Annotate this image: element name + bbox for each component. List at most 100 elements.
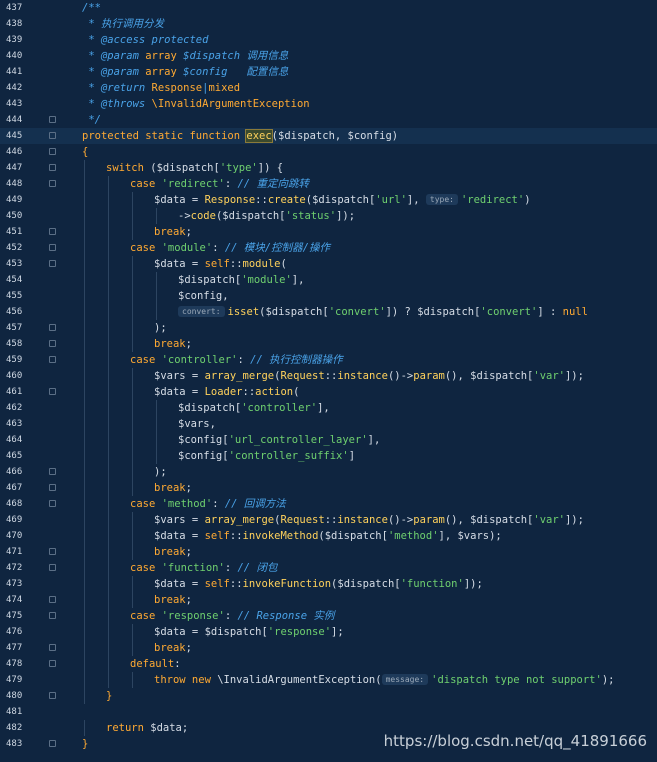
code-text[interactable]: $dispatch['controller'], [178,400,330,416]
code-text[interactable]: break; [154,640,192,656]
code-line[interactable]: 481 [0,704,657,720]
code-text[interactable]: /** [82,0,101,16]
code-text[interactable]: * @return Response|mixed [82,80,240,96]
code-line[interactable]: 478 default: [0,656,657,672]
fold-marker-icon[interactable] [49,324,56,331]
code-text[interactable]: $dispatch['module'], [178,272,304,288]
fold-marker-icon[interactable] [49,548,56,555]
code-line[interactable]: 473 $data = self::invokeFunction($dispatc… [0,576,657,592]
code-text[interactable]: case 'response': // Response 实例 [130,608,334,624]
code-line[interactable]: 448 case 'redirect': // 重定向跳转 [0,176,657,192]
code-line[interactable]: 440 * @param array $dispatch 调用信息 [0,48,657,64]
code-text[interactable]: * @param array $config 配置信息 [82,64,288,80]
code-text[interactable]: * 执行调用分发 [82,16,164,32]
code-line[interactable]: 457); [0,320,657,336]
fold-marker-icon[interactable] [49,692,56,699]
code-text[interactable]: } [82,736,88,752]
fold-marker-icon[interactable] [49,596,56,603]
fold-marker-icon[interactable] [49,612,56,619]
code-line[interactable]: 474 break; [0,592,657,608]
code-line[interactable]: 447 switch ($dispatch['type']) { [0,160,657,176]
code-editor[interactable]: 437/** 438 * 执行调用分发 439 * @access protecte… [0,0,657,762]
code-line[interactable]: 450 ->code($dispatch['status']); [0,208,657,224]
fold-marker-icon[interactable] [49,468,56,475]
fold-marker-icon[interactable] [49,148,56,155]
code-line[interactable]: 441 * @param array $config 配置信息 [0,64,657,80]
code-line[interactable]: 465 $config['controller_suffix'] [0,448,657,464]
code-line[interactable]: 480} [0,688,657,704]
code-text[interactable]: */ [82,112,101,128]
fold-marker-icon[interactable] [49,132,56,139]
code-text[interactable]: case 'controller': // 执行控制器操作 [130,352,343,368]
code-line[interactable]: 449 $data = Response::create($dispatch['u… [0,192,657,208]
code-text[interactable]: case 'redirect': // 重定向跳转 [130,176,309,192]
code-text[interactable]: ->code($dispatch['status']); [178,208,355,224]
code-line[interactable]: 437 /** [0,0,657,16]
code-line[interactable]: 459 case 'controller': // 执行控制器操作 [0,352,657,368]
fold-marker-icon[interactable] [49,228,56,235]
code-line[interactable]: 477 break; [0,640,657,656]
code-line[interactable]: 460 $vars = array_merge(Request::instance… [0,368,657,384]
code-line[interactable]: 471 break; [0,544,657,560]
code-text[interactable]: case 'module': // 模块/控制器/操作 [130,240,330,256]
code-line[interactable]: 467 break; [0,480,657,496]
code-text[interactable]: ); [154,320,167,336]
code-line[interactable]: 464 $config['url_controller_layer'], [0,432,657,448]
code-text[interactable]: $data = self::module( [154,256,287,272]
code-text[interactable]: * @throws \InvalidArgumentException [82,96,309,112]
code-text[interactable]: break; [154,592,192,608]
code-line[interactable]: 470 $data = self::invokeMethod($dispatch[… [0,528,657,544]
code-text[interactable]: $vars = array_merge(Request::instance()-… [154,512,584,528]
code-text[interactable]: $data = Response::create($dispatch['url'… [154,192,531,208]
code-text[interactable]: case 'method': // 回调方法 [130,496,286,512]
code-text[interactable]: default: [130,656,181,672]
fold-marker-icon[interactable] [49,244,56,251]
fold-marker-icon[interactable] [49,564,56,571]
code-text[interactable]: $config['url_controller_layer'], [178,432,380,448]
code-line[interactable]: 446 { [0,144,657,160]
fold-marker-icon[interactable] [49,388,56,395]
code-text[interactable]: break; [154,544,192,560]
code-text[interactable]: case 'function': // 闭包 [130,560,277,576]
fold-marker-icon[interactable] [49,116,56,123]
fold-marker-icon[interactable] [49,740,56,747]
code-line[interactable]: 466); [0,464,657,480]
code-line[interactable]: 445 protected static function exec($dispa… [0,128,657,144]
code-line[interactable]: 461 $data = Loader::action( [0,384,657,400]
code-text[interactable]: break; [154,336,192,352]
fold-marker-icon[interactable] [49,180,56,187]
code-line[interactable]: 475 case 'response': // Response 实例 [0,608,657,624]
code-text[interactable]: return $data; [106,720,188,736]
fold-marker-icon[interactable] [49,164,56,171]
code-text[interactable]: $data = Loader::action( [154,384,299,400]
code-line[interactable]: 468 case 'method': // 回调方法 [0,496,657,512]
code-text[interactable]: { [82,144,88,160]
code-text[interactable]: ); [154,464,167,480]
code-line[interactable]: 444 */ [0,112,657,128]
code-text[interactable]: protected static function exec($dispatch… [82,128,398,144]
code-line[interactable]: 454 $dispatch['module'], [0,272,657,288]
code-line[interactable]: 456 convert: isset($dispatch['convert']) ?… [0,304,657,320]
code-line[interactable]: 472 case 'function': // 闭包 [0,560,657,576]
code-line[interactable]: 455 $config, [0,288,657,304]
code-text[interactable]: throw new \InvalidArgumentException(mess… [154,672,614,688]
code-text[interactable]: break; [154,224,192,240]
code-text[interactable]: switch ($dispatch['type']) { [106,160,283,176]
code-line[interactable]: 476 $data = $dispatch['response']; [0,624,657,640]
code-line[interactable]: 439 * @access protected [0,32,657,48]
code-line[interactable]: 463 $vars, [0,416,657,432]
fold-marker-icon[interactable] [49,644,56,651]
code-text[interactable]: } [106,688,112,704]
code-text[interactable]: $data = $dispatch['response']; [154,624,344,640]
fold-marker-icon[interactable] [49,500,56,507]
fold-marker-icon[interactable] [49,356,56,363]
code-line[interactable]: 438 * 执行调用分发 [0,16,657,32]
code-text[interactable]: convert: isset($dispatch['convert']) ? $d… [178,304,588,320]
code-text[interactable]: $config, [178,288,229,304]
code-text[interactable]: $data = self::invokeMethod($dispatch['me… [154,528,502,544]
code-line[interactable]: 453 $data = self::module( [0,256,657,272]
code-text[interactable]: * @access protected [82,32,208,48]
code-line[interactable]: 452 case 'module': // 模块/控制器/操作 [0,240,657,256]
code-line[interactable]: 443 * @throws \InvalidArgumentException [0,96,657,112]
code-text[interactable]: $data = self::invokeFunction($dispatch['… [154,576,483,592]
